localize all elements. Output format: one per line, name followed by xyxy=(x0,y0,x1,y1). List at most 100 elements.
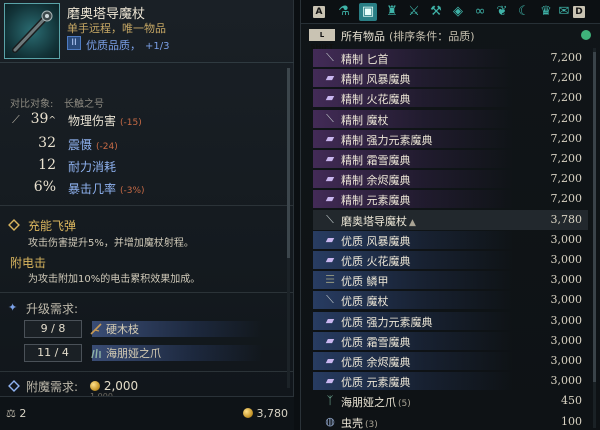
list-item[interactable]: ▰ 精制 余烬魔典 7,200 xyxy=(313,169,588,189)
item-name-text: 优质 霜雪魔典 xyxy=(341,335,411,349)
category-tab-all[interactable]: ▣ xyxy=(359,3,377,21)
item-name: 优质 火花魔典 xyxy=(341,253,411,269)
key-hint-a: A xyxy=(313,6,325,18)
item-name: 优质 魔杖 xyxy=(341,293,389,309)
claw-icon: ᛉ xyxy=(326,394,334,408)
list-item[interactable]: ☰ 优质 鳞甲 3,000 xyxy=(313,270,588,290)
tome-icon: ▰ xyxy=(325,71,335,85)
req-name: 海朋娅之爪 xyxy=(92,345,262,361)
item-name-text: 优质 风暴魔典 xyxy=(341,234,411,248)
item-name-text: 精制 强力元素魔典 xyxy=(341,133,433,147)
list-item[interactable]: ▰ 精制 火花魔典 7,200 xyxy=(313,88,588,108)
list-item[interactable]: ᛉ 海朋娅之爪 (5) 450 xyxy=(313,391,588,411)
list-item[interactable]: ▰ 精制 风暴魔典 7,200 xyxy=(313,68,588,88)
leaf-icon[interactable]: ❦ xyxy=(493,3,511,21)
gem-icon[interactable]: ◈ xyxy=(449,3,467,21)
crossed-swords-icon[interactable]: ⚔ xyxy=(405,3,423,21)
stat-value: 12 xyxy=(0,157,56,173)
stat-name-text: 震慑 xyxy=(68,138,93,152)
item-price: 3,000 xyxy=(550,273,583,287)
tome-icon: ▰ xyxy=(325,131,335,145)
armor-icon: ☰ xyxy=(325,273,335,287)
upgrade-req-row[interactable]: 11 / 4 海朋娅之爪 xyxy=(24,344,262,362)
item-price: 7,200 xyxy=(550,91,583,105)
item-name: 优质 余烬魔典 xyxy=(341,354,411,370)
inventory-scrollbar-thumb[interactable] xyxy=(593,52,596,382)
stat-diff: (-3%) xyxy=(120,186,145,196)
item-name-text: 优质 火花魔典 xyxy=(341,255,411,268)
list-item-selected[interactable]: ⟍ 磨奥塔导魔杖 ▲ 3,780 xyxy=(313,209,588,230)
tools-icon[interactable]: ⚒ xyxy=(427,3,445,21)
list-item[interactable]: ▰ 精制 元素魔典 7,200 xyxy=(313,189,588,209)
inventory-list: ⟍ 精制 匕首 7,200 ▰ 精制 风暴魔典 7,200 ▰ 精制 火花魔典 7,200 ⟍ 精制… xyxy=(301,48,593,430)
list-item[interactable]: ▰ 优质 风暴魔典 3,000 xyxy=(313,230,588,250)
list-item[interactable]: ▰ 优质 元素魔典 3,000 xyxy=(313,371,588,391)
item-price: 450 xyxy=(561,394,582,408)
upgrade-req-row[interactable]: 9 / 8 硬木枝 xyxy=(24,320,262,338)
dagger-icon: ⟍ xyxy=(326,51,334,64)
item-name: 精制 余烬魔典 xyxy=(341,172,411,188)
crown-icon[interactable]: ♛ xyxy=(537,3,555,21)
list-item[interactable]: ▰ 精制 霜雪魔典 7,200 xyxy=(313,149,588,169)
scroll-icon[interactable]: ✉ xyxy=(555,3,573,21)
stat-name: 震慑 (-24) xyxy=(68,136,118,153)
item-name: 精制 匕首 xyxy=(341,51,389,67)
item-name-text: 优质 强力元素魔典 xyxy=(341,315,433,329)
quality-badge: II xyxy=(67,36,81,50)
compare-label: 对比对象: xyxy=(10,99,54,110)
tome-icon: ▰ xyxy=(325,232,335,246)
req-count: 11 / 4 xyxy=(24,344,82,362)
item-name-text: 虫壳 xyxy=(341,416,363,430)
status-dot-icon xyxy=(581,30,591,40)
item-name: 精制 火花魔典 xyxy=(341,91,411,107)
upgrade-icon: ✦ xyxy=(8,301,18,314)
item-price: 3,000 xyxy=(550,293,583,307)
weight-icon: ⚖ xyxy=(6,407,16,420)
stat-name: 物理伤害 (-15) xyxy=(68,112,142,129)
sort-bar: L SHIFT 所有物品 (排序条件：品质) xyxy=(301,25,600,51)
category-bar: A ⚗ ▣ ♜ ⚔ ⚒ ◈ ∞ ❦ ☾ ♛ ✉ D xyxy=(301,0,600,24)
upgrade-label: 升级需求: xyxy=(26,302,79,316)
item-name-text: 磨奥塔导魔杖 xyxy=(341,214,407,228)
stat-row: 12 耐力消耗 xyxy=(0,156,294,176)
item-header: 磨奥塔导魔杖 单手远程，唯一物品 II 优质品质， +1/3 xyxy=(0,0,294,62)
perk-shock-desc: 为攻击附加10%的电击累积效果加成。 xyxy=(28,274,201,285)
detail-scrollbar[interactable] xyxy=(287,68,290,388)
req-name: 硬木枝 xyxy=(92,321,262,337)
list-item[interactable]: ⟍ 精制 魔杖 7,200 xyxy=(313,109,588,129)
list-item[interactable]: ▰ 优质 强力元素魔典 3,000 xyxy=(313,311,588,331)
perk-shock-title: 附电击 xyxy=(10,256,47,270)
list-item[interactable]: ⟍ 精制 匕首 7,200 xyxy=(313,48,588,68)
staff-icon: ⟍ xyxy=(326,212,334,226)
stat-value: 6% xyxy=(0,179,56,195)
tome-icon: ▰ xyxy=(325,152,335,165)
perks-divider xyxy=(0,292,294,293)
sort-button[interactable]: 所有物品 (排序条件：品质) xyxy=(341,28,475,44)
enchant-label: 附魔需求: xyxy=(26,380,79,394)
stat-row: 32 震慑 (-24) xyxy=(0,134,294,154)
item-name-text: 精制 霜雪魔典 xyxy=(341,154,411,167)
upgrade-divider xyxy=(0,371,294,372)
lamp-icon[interactable]: ☾ xyxy=(515,3,533,21)
branch-icon xyxy=(90,323,102,335)
key-hint-d: D xyxy=(573,6,585,18)
inventory-scrollbar[interactable] xyxy=(593,48,596,428)
list-item[interactable]: ⟍ 优质 魔杖 3,000 xyxy=(313,290,588,310)
gold-coin-icon xyxy=(90,381,100,391)
list-item[interactable]: ▰ 优质 余烬魔典 3,000 xyxy=(313,351,588,371)
armor-icon[interactable]: ♜ xyxy=(383,3,401,21)
item-count: ▲ xyxy=(409,217,416,228)
item-name-text: 精制 风暴魔典 xyxy=(341,73,411,87)
list-item[interactable]: ◍ 虫壳 (3) 100 xyxy=(313,412,588,430)
potion-icon[interactable]: ⚗ xyxy=(335,3,353,21)
list-item[interactable]: ▰ 优质 火花魔典 3,000 xyxy=(313,250,588,270)
tome-icon: ▰ xyxy=(325,374,335,388)
tome-icon: ▰ xyxy=(325,172,335,186)
item-price: 3,000 xyxy=(550,354,583,367)
item-name-text: 优质 魔杖 xyxy=(341,295,389,309)
detail-scrollbar-thumb[interactable] xyxy=(287,68,290,258)
list-item[interactable]: ▰ 精制 强力元素魔典 7,200 xyxy=(313,129,588,149)
list-item[interactable]: ▰ 优质 霜雪魔典 3,000 xyxy=(313,331,588,351)
tome-icon: ▰ xyxy=(325,333,335,347)
ring-icon[interactable]: ∞ xyxy=(471,3,489,21)
